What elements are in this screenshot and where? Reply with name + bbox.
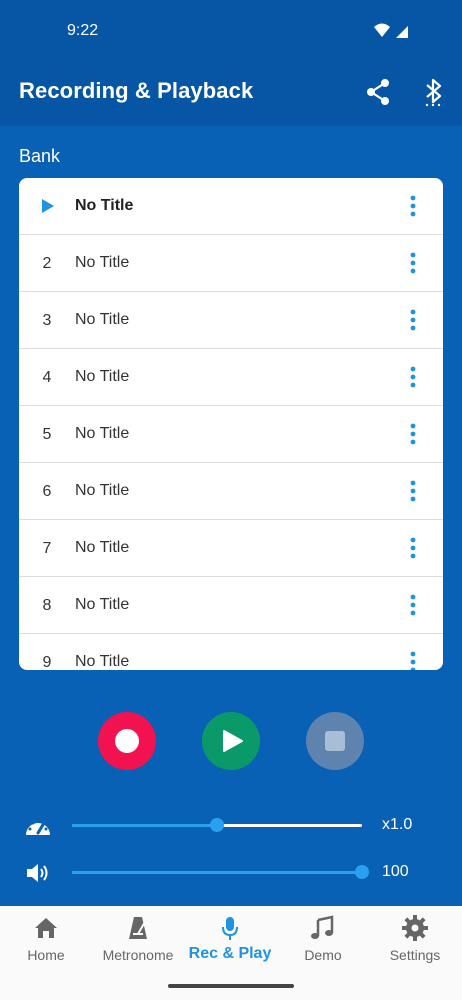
- status-time: 9:22: [67, 22, 99, 39]
- bank-row-title: No Title: [75, 197, 134, 214]
- bank-row-title: No Title: [75, 254, 130, 271]
- volume-slider[interactable]: [72, 865, 369, 879]
- bank-row-title: No Title: [75, 596, 130, 613]
- bank-row-title: No Title: [75, 368, 130, 385]
- bank-row-title: No Title: [75, 311, 130, 328]
- more-vert-icon[interactable]: [409, 423, 417, 445]
- status-bar: 9:22: [0, 0, 462, 62]
- bank-row[interactable]: 2 No Title: [19, 235, 443, 292]
- nav-demo[interactable]: Demo: [277, 914, 369, 974]
- bank-list: No Title 2 No Title 3 No Title 4 No Titl…: [19, 178, 443, 670]
- gesture-handle: [168, 984, 294, 988]
- play-button[interactable]: [202, 712, 260, 770]
- bank-row-number: 3: [42, 312, 52, 329]
- volume-slider-thumb[interactable]: [355, 865, 369, 879]
- bank-row[interactable]: 6 No Title: [19, 463, 443, 520]
- record-button[interactable]: [98, 712, 156, 770]
- bank-row[interactable]: 4 No Title: [19, 349, 443, 406]
- home-icon: [35, 918, 57, 938]
- more-vert-icon[interactable]: [409, 195, 417, 217]
- volume-icon: [27, 864, 48, 882]
- microphone-icon: [222, 917, 238, 940]
- tempo-slider[interactable]: [72, 818, 362, 832]
- bank-row[interactable]: 9 No Title: [19, 634, 443, 670]
- gear-icon: [402, 915, 428, 941]
- app-bar: Recording & Playback: [0, 62, 462, 126]
- stop-button[interactable]: [306, 712, 364, 770]
- more-vert-icon[interactable]: [409, 480, 417, 502]
- bank-row-number: 4: [42, 369, 52, 386]
- nav-label: Metronome: [102, 947, 174, 963]
- nav-label: Home: [27, 947, 65, 963]
- bank-row-number: 9: [42, 654, 52, 670]
- bank-row-title: No Title: [75, 482, 130, 499]
- nav-label: Demo: [304, 947, 342, 963]
- record-icon: [115, 729, 139, 753]
- metronome-icon: [129, 917, 147, 939]
- volume-slider-fill: [72, 871, 362, 874]
- more-vert-icon[interactable]: [409, 537, 417, 559]
- page-title: Recording & Playback: [19, 78, 254, 103]
- more-vert-icon[interactable]: [409, 252, 417, 274]
- bank-row-number: 8: [42, 597, 52, 614]
- bank-row[interactable]: 3 No Title: [19, 292, 443, 349]
- play-indicator-icon: [42, 199, 54, 213]
- more-vert-icon[interactable]: [409, 309, 417, 331]
- nav-label: Settings: [389, 947, 441, 963]
- bank-row-title: No Title: [75, 425, 130, 442]
- wifi-signal-icon: [374, 23, 408, 38]
- nav-label: Rec & Play: [188, 945, 272, 962]
- tempo-slider-fill: [72, 824, 217, 827]
- more-vert-icon[interactable]: [409, 651, 417, 670]
- bank-row[interactable]: 8 No Title: [19, 577, 443, 634]
- tempo-slider-row: x1.0: [0, 808, 462, 844]
- nav-settings[interactable]: Settings: [369, 914, 461, 974]
- volume-slider-row: 100: [0, 855, 462, 891]
- music-note-icon: [311, 915, 334, 939]
- bank-row-number: 5: [42, 426, 52, 443]
- volume-value: 100: [382, 863, 409, 880]
- nav-home[interactable]: Home: [0, 914, 92, 974]
- bluetooth-icon[interactable]: [418, 76, 450, 108]
- nav-metronome[interactable]: Metronome: [92, 914, 184, 974]
- more-vert-icon[interactable]: [409, 594, 417, 616]
- play-icon: [223, 730, 243, 752]
- nav-rec-play[interactable]: Rec & Play: [184, 914, 276, 974]
- bank-label: Bank: [19, 146, 61, 166]
- tempo-slider-thumb[interactable]: [210, 818, 224, 832]
- bank-row-title: No Title: [75, 539, 130, 556]
- bank-row-number: 6: [42, 483, 52, 500]
- bank-row[interactable]: 5 No Title: [19, 406, 443, 463]
- bank-row-number: 7: [42, 540, 52, 557]
- more-vert-icon[interactable]: [409, 366, 417, 388]
- bank-row[interactable]: No Title: [19, 178, 443, 235]
- tempo-value: x1.0: [382, 816, 413, 833]
- stop-icon: [325, 731, 345, 751]
- share-icon[interactable]: [362, 76, 394, 108]
- speedometer-icon: [26, 819, 50, 835]
- bank-row-number: 2: [42, 255, 52, 272]
- bank-row[interactable]: 7 No Title: [19, 520, 443, 577]
- bank-row-title: No Title: [75, 653, 130, 670]
